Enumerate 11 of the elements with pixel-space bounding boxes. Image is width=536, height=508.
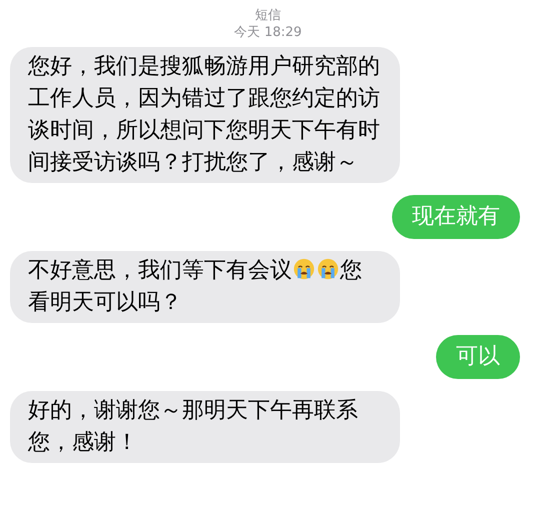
message-text: 您好，我们是搜狐畅游用户研究部的工作人员，因为错过了跟您约定的访谈时间，所以想问下您明天下午有时间接受访谈吗？打扰您了，感谢～ (28, 54, 380, 175)
message-text: 看明天可以吗？ (28, 290, 182, 315)
message-text: 现在就有 (412, 204, 500, 229)
message-text: 您 (340, 258, 362, 283)
crying-face-icon (293, 258, 315, 280)
crying-face-icon (317, 258, 339, 280)
message-text: 不好意思，我们等下有会议 (28, 258, 292, 283)
message-text: 好的，谢谢您～那明天下午再联系您，感谢！ (28, 398, 358, 455)
message-text: 可以 (456, 344, 500, 369)
timestamp: 今天 18:29 (234, 24, 302, 41)
conversation-title: 短信 (255, 7, 281, 24)
